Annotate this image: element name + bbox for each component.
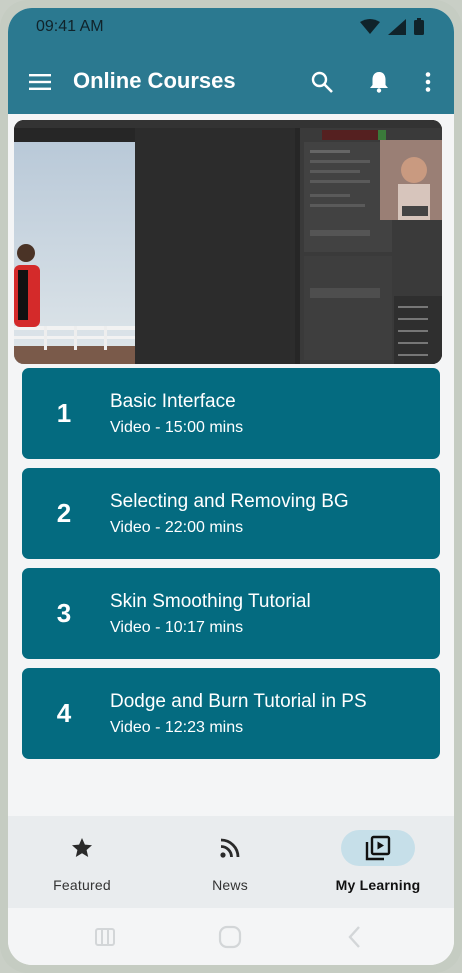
star-icon xyxy=(72,838,92,857)
device-frame: 09:41 AM Online Courses 1 Basic Interfac… xyxy=(0,0,462,973)
nav-icon-container xyxy=(45,830,119,866)
rss-icon xyxy=(220,838,240,858)
video-player-thumbnail[interactable] xyxy=(14,120,442,364)
lesson-duration: Video - 15:00 mins xyxy=(110,419,244,436)
lesson-duration: Video - 22:00 mins xyxy=(110,519,244,536)
lesson-number: 3 xyxy=(56,598,72,628)
nav-item-featured[interactable]: Featured xyxy=(8,816,156,908)
nav-label: Featured xyxy=(53,877,111,893)
battery-icon xyxy=(414,18,424,35)
nav-item-news[interactable]: News xyxy=(156,816,304,908)
status-bar: 09:41 AM xyxy=(8,8,454,48)
back-icon[interactable] xyxy=(342,924,368,950)
lesson-card[interactable]: 3 Skin Smoothing Tutorial Video - 10:17 … xyxy=(22,568,440,659)
lesson-list: 1 Basic Interface Video - 15:00 mins 2 S… xyxy=(22,368,440,768)
lesson-title: Dodge and Burn Tutorial in PS xyxy=(110,691,367,712)
page-title: Online Courses xyxy=(73,68,236,93)
nav-icon-container-active xyxy=(341,830,415,866)
video-frame-image xyxy=(14,120,442,364)
lesson-title: Skin Smoothing Tutorial xyxy=(110,591,311,612)
recent-apps-icon[interactable] xyxy=(92,924,118,950)
status-icons xyxy=(360,18,424,35)
home-icon[interactable] xyxy=(217,924,243,950)
search-icon[interactable] xyxy=(310,70,334,94)
lesson-card[interactable]: 4 Dodge and Burn Tutorial in PS Video - … xyxy=(22,668,440,759)
lesson-duration: Video - 12:23 mins xyxy=(110,719,244,736)
lesson-card[interactable]: 2 Selecting and Removing BG Video - 22:0… xyxy=(22,468,440,559)
top-app-bar: Online Courses xyxy=(8,48,454,114)
lesson-duration: Video - 10:17 mins xyxy=(110,619,244,636)
lesson-title: Selecting and Removing BG xyxy=(110,491,349,512)
lesson-number: 4 xyxy=(56,698,72,728)
nav-label-active: My Learning xyxy=(335,877,421,893)
lesson-title: Basic Interface xyxy=(110,391,236,412)
menu-icon[interactable] xyxy=(28,70,52,94)
wifi-icon xyxy=(360,18,380,34)
lesson-number: 2 xyxy=(56,498,72,528)
notifications-bell-icon[interactable] xyxy=(367,70,391,94)
status-time: 09:41 AM xyxy=(36,18,104,35)
more-options-icon[interactable] xyxy=(416,70,440,94)
cellular-signal-icon xyxy=(388,18,406,35)
system-navigation-bar xyxy=(8,908,454,965)
nav-item-my-learning[interactable]: My Learning xyxy=(304,816,452,908)
lesson-card[interactable]: 1 Basic Interface Video - 15:00 mins xyxy=(22,368,440,459)
bottom-navigation: Featured News My Learning xyxy=(8,816,454,908)
nav-icon-container xyxy=(193,830,267,866)
video-library-icon xyxy=(365,835,391,861)
nav-label: News xyxy=(212,877,248,893)
lesson-number: 1 xyxy=(56,398,72,428)
app-screen: 09:41 AM Online Courses 1 Basic Interfac… xyxy=(8,8,454,965)
